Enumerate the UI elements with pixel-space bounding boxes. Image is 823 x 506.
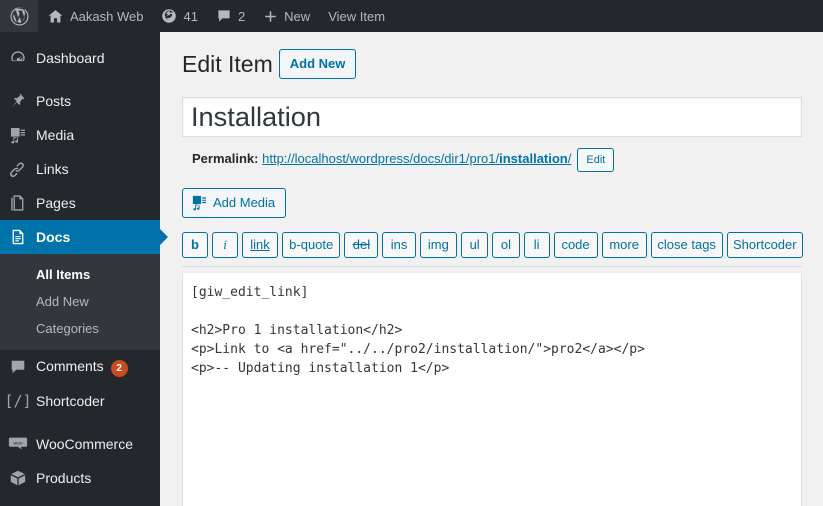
- pin-icon: [0, 92, 36, 110]
- view-item-link[interactable]: View Item: [319, 0, 394, 32]
- site-name-label: Aakash Web: [70, 8, 144, 24]
- media-icon: [0, 126, 36, 144]
- editor-wrap: Add Media b i link b-quote del ins img u…: [182, 187, 804, 506]
- current-menu-arrow-icon: [160, 229, 168, 245]
- quicktag-code-button[interactable]: code: [553, 231, 598, 258]
- sidebar-item-products[interactable]: Products: [0, 461, 160, 495]
- sidebar-item-label: Shortcoder: [36, 392, 105, 409]
- quicktag-close-tags-button[interactable]: close tags: [650, 231, 723, 258]
- wordpress-logo-icon: [10, 6, 29, 26]
- quicktag-more-button[interactable]: more: [601, 231, 647, 258]
- sidebar-item-label: Dashboard: [36, 49, 105, 66]
- sidebar-item-media[interactable]: Media: [0, 118, 160, 152]
- sidebar-item-links[interactable]: Links: [0, 152, 160, 186]
- quicktag-italic-button[interactable]: i: [212, 231, 238, 258]
- sidebar-item-label: WooCommerce: [36, 435, 133, 452]
- admin-sidebar-menu: Dashboard Posts Media Links Pages Docs A: [0, 32, 168, 506]
- permalink-link[interactable]: http://localhost/wordpress/docs/dir1/pro…: [262, 151, 571, 166]
- woocommerce-icon: woo: [0, 434, 36, 454]
- quicktag-ol-button[interactable]: ol: [492, 231, 520, 258]
- submenu-item-categories[interactable]: Categories: [0, 315, 160, 342]
- permalink-trailing-slash: /: [567, 151, 572, 166]
- link-chain-icon: [0, 160, 36, 178]
- quicktag-bquote-button[interactable]: b-quote: [281, 231, 341, 258]
- box-icon: [0, 469, 36, 487]
- sidebar-item-label: Media: [36, 126, 75, 143]
- wordpress-logo-menu[interactable]: [0, 0, 38, 32]
- sidebar-item-pages[interactable]: Pages: [0, 186, 160, 220]
- sidebar-item-label: Comments 2: [36, 358, 160, 377]
- admin-bar: Aakash Web 41 2 New View Item: [0, 0, 823, 32]
- sidebar-item-label: Docs: [36, 228, 71, 245]
- plus-icon: [263, 9, 278, 24]
- title-field-wrapper: [182, 97, 803, 137]
- site-name-menu[interactable]: Aakash Web: [38, 0, 152, 32]
- add-media-label: Add Media: [213, 194, 276, 210]
- quicktag-link-button[interactable]: link: [242, 231, 278, 258]
- post-content-textarea[interactable]: [giw_edit_link] <h2>Pro 1 installation</…: [182, 272, 802, 506]
- menu-top-spacer: [0, 32, 160, 41]
- permalink-row: Permalink: http://localhost/wordpress/do…: [182, 137, 803, 172]
- shortcode-brackets-icon: [/]: [4, 392, 32, 410]
- post-title-input[interactable]: [182, 97, 802, 137]
- permalink-slug: installation: [499, 151, 568, 166]
- sidebar-item-label: Pages: [36, 194, 76, 211]
- document-icon: [0, 228, 36, 246]
- comments-count: 2: [237, 8, 246, 24]
- quicktag-ins-button[interactable]: ins: [382, 231, 416, 258]
- quicktag-shortcoder-button[interactable]: Shortcoder: [726, 231, 804, 258]
- sidebar-item-label: Products: [36, 469, 92, 486]
- view-item-label: View Item: [328, 8, 386, 24]
- sidebar-item-posts[interactable]: Posts: [0, 84, 160, 118]
- sidebar-item-shortcoder[interactable]: [/] Shortcoder: [0, 384, 160, 418]
- edit-item-wrap: Edit ItemAdd New Permalink: http://local…: [180, 32, 823, 506]
- new-content-label: New: [284, 8, 311, 24]
- home-icon: [47, 8, 64, 25]
- svg-text:woo: woo: [14, 441, 23, 446]
- page-title: Edit Item: [182, 51, 273, 77]
- pages-icon: [0, 194, 36, 212]
- new-content-menu[interactable]: New: [254, 0, 319, 32]
- sidebar-item-comments[interactable]: Comments 2: [0, 350, 160, 384]
- sidebar-comments-text: Comments: [36, 357, 104, 374]
- quicktag-li-button[interactable]: li: [523, 231, 550, 258]
- permalink-base: http://localhost/wordpress/docs/dir1/pro…: [262, 151, 500, 166]
- quicktag-bold-button[interactable]: b: [182, 231, 208, 258]
- menu-separator-2: [0, 418, 160, 427]
- add-new-button[interactable]: Add New: [278, 49, 357, 79]
- comment-bubble-icon: [0, 358, 36, 376]
- updates-count: 41: [183, 8, 198, 24]
- sidebar-item-woocommerce[interactable]: woo WooCommerce: [0, 427, 160, 461]
- permalink-label: Permalink:: [192, 151, 259, 166]
- add-media-button[interactable]: Add Media: [182, 187, 287, 218]
- submenu-item-add-new[interactable]: Add New: [0, 288, 160, 315]
- docs-submenu: All Items Add New Categories: [0, 254, 160, 350]
- updates-icon: [161, 8, 177, 24]
- sidebar-item-label: Posts: [36, 92, 72, 109]
- dashboard-icon: [0, 49, 36, 67]
- updates-menu[interactable]: 41: [152, 0, 206, 32]
- sidebar-item-label: Links: [36, 160, 69, 177]
- editor-textarea-wrap: [giw_edit_link] <h2>Pro 1 installation</…: [182, 265, 802, 506]
- quicktags-toolbar: b i link b-quote del ins img ul ol li co…: [182, 231, 804, 258]
- comments-pending-badge: 2: [110, 359, 128, 377]
- menu-separator-1: [0, 75, 160, 84]
- content-area: Edit ItemAdd New Permalink: http://local…: [160, 32, 823, 506]
- media-icon: [191, 194, 208, 211]
- submenu-item-all-items[interactable]: All Items: [0, 261, 160, 288]
- edit-permalink-button[interactable]: Edit: [577, 147, 615, 172]
- quicktag-ul-button[interactable]: ul: [460, 231, 489, 258]
- quicktag-img-button[interactable]: img: [419, 231, 457, 258]
- sidebar-item-docs[interactable]: Docs: [0, 220, 168, 254]
- sidebar-item-dashboard[interactable]: Dashboard: [0, 41, 160, 75]
- quicktag-del-button[interactable]: del: [344, 231, 379, 258]
- comment-bubble-icon: [216, 8, 232, 24]
- comments-menu[interactable]: 2: [207, 0, 254, 32]
